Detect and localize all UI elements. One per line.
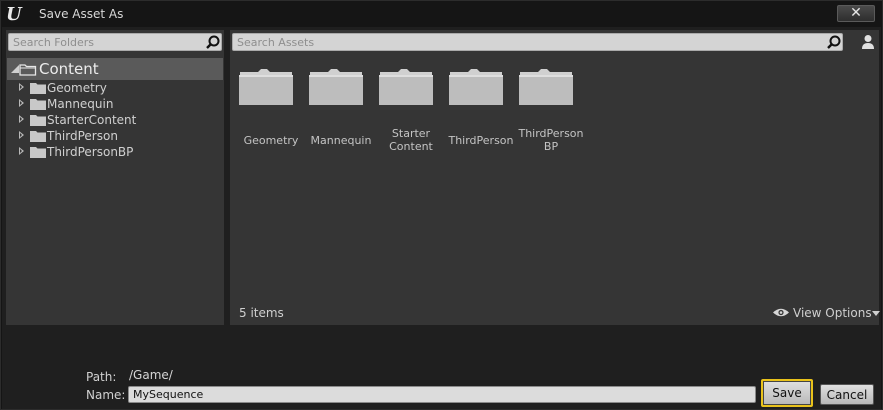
name-label: Name: [86,388,126,402]
folder-icon [30,131,46,142]
asset-panel: Geometry Mannequin Sta [230,30,880,325]
tree-item-content[interactable]: Content [7,58,223,80]
asset-tile-starter-content[interactable]: Starter Content [376,66,446,166]
items-count: 5 items [239,306,284,320]
folder-icon [30,147,46,158]
tree-item-startercontent[interactable]: StarterContent [6,112,224,128]
collapsed-arrow-icon[interactable] [19,99,24,107]
expanded-arrow-icon[interactable] [11,65,19,73]
user-icon[interactable] [861,34,875,50]
tree-item-label: Content [39,60,99,78]
folder-icon [30,99,46,110]
collapsed-arrow-icon[interactable] [19,83,24,91]
tree-item-label: Mannequin [47,97,114,111]
tree-item-label: ThirdPersonBP [47,145,134,159]
title-bar[interactable]: U Save Asset As ✕ [1,1,882,27]
tree-item-label: Geometry [47,81,107,95]
search-icon[interactable] [206,35,220,49]
collapsed-arrow-icon[interactable] [19,147,24,155]
tree-item-thirdpersonbp[interactable]: ThirdPersonBP [6,144,224,160]
asset-tile-thirdperson[interactable]: ThirdPerson [446,66,516,166]
path-label: Path: [86,370,117,384]
collapsed-arrow-icon[interactable] [19,115,24,123]
folder-icon [449,69,503,105]
folder-panel: Content Geometry Mannequin StarterConten… [6,30,224,325]
save-button[interactable]: Save [761,379,813,407]
save-asset-dialog: U Save Asset As ✕ Content [0,0,883,410]
path-value: /Game/ [129,368,173,382]
folder-icon [519,69,573,105]
folder-icon [379,69,433,105]
folder-tree: Content Geometry Mannequin StarterConten… [6,58,224,160]
asset-tile-geometry[interactable]: Geometry [236,66,306,166]
search-folders-input[interactable] [9,34,189,50]
window-title: Save Asset As [39,7,124,21]
close-button[interactable]: ✕ [837,5,875,22]
tree-item-geometry[interactable]: Geometry [6,80,224,96]
dialog-body: Content Geometry Mannequin StarterConten… [2,27,881,409]
tree-item-label: StarterContent [47,113,137,127]
folder-open-icon [19,64,37,76]
tree-item-label: ThirdPerson [47,129,118,143]
eye-icon [773,308,789,317]
asset-name-input[interactable] [128,386,756,403]
folder-icon [309,69,363,105]
asset-label: Starter Content [389,127,433,153]
asset-label: Geometry [243,134,299,147]
folder-icon [239,69,293,105]
search-assets-box[interactable] [232,33,843,51]
folder-icon [30,115,46,126]
asset-label: ThirdPerson BP [518,127,584,153]
asset-tile-mannequin[interactable]: Mannequin [306,66,376,166]
search-icon[interactable] [827,35,841,49]
tree-item-mannequin[interactable]: Mannequin [6,96,224,112]
folder-icon [30,83,46,94]
asset-label: ThirdPerson [448,134,514,147]
view-options-label: View Options [793,306,872,320]
search-folders-box[interactable] [8,33,222,51]
chevron-down-icon [872,311,880,316]
collapsed-arrow-icon[interactable] [19,131,24,139]
tree-item-thirdperson[interactable]: ThirdPerson [6,128,224,144]
cancel-button[interactable]: Cancel [820,384,874,405]
asset-label: Mannequin [310,134,372,147]
unreal-logo-icon: U [6,4,22,25]
asset-tile-thirdperson-bp[interactable]: ThirdPerson BP [516,66,586,166]
save-footer: Path: /Game/ Name: Save Cancel [2,331,881,409]
search-assets-input[interactable] [233,34,813,50]
